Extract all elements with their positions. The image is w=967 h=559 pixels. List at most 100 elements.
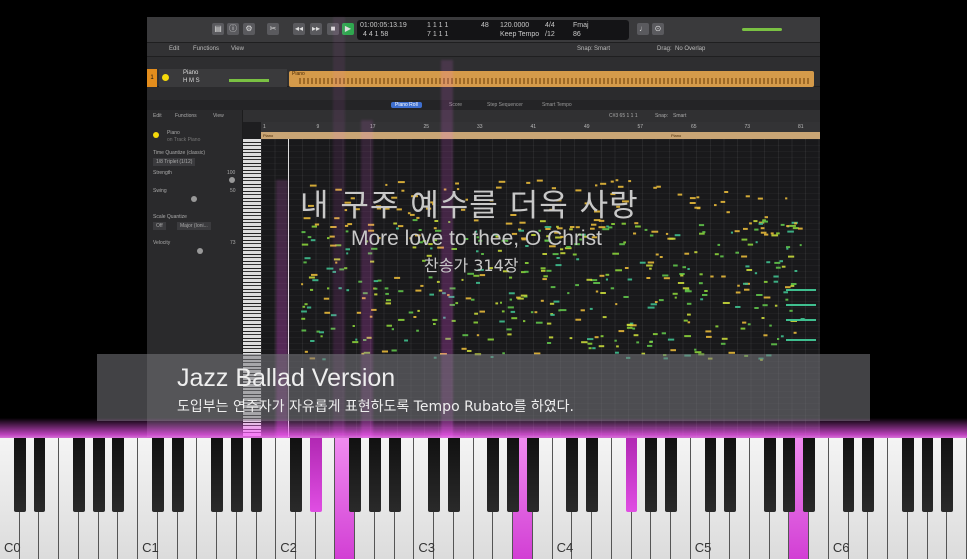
piano-keyboard[interactable]: C0C1C2C3C4C5C6C7	[0, 438, 967, 559]
time-quantize-select[interactable]: 1/8 Triplet (1/12)	[153, 158, 196, 166]
black-key[interactable]	[250, 438, 263, 512]
black-key[interactable]	[447, 438, 460, 512]
black-key[interactable]	[151, 438, 164, 512]
midi-note	[586, 278, 593, 281]
menu-view[interactable]: View	[231, 46, 244, 52]
inspector-edit[interactable]: Edit	[153, 113, 162, 119]
rewind-icon[interactable]: ◂◂	[293, 23, 305, 35]
smart-controls-icon[interactable]: ⚙	[243, 23, 255, 35]
scale-mode-select[interactable]: Major (Ioni...	[177, 222, 211, 230]
midi-note	[623, 241, 626, 244]
midi-note	[735, 291, 741, 294]
scissors-icon[interactable]: ✂	[267, 23, 279, 35]
black-key[interactable]	[92, 438, 105, 512]
black-key[interactable]	[862, 438, 875, 512]
black-key[interactable]	[33, 438, 46, 512]
tab-piano-roll[interactable]: Piano Roll	[391, 102, 422, 108]
midi-note	[413, 316, 417, 318]
midi-note	[771, 234, 778, 237]
swing-knob[interactable]	[191, 196, 197, 202]
black-key[interactable]	[842, 438, 855, 512]
black-key[interactable]	[566, 438, 579, 512]
track-buttons[interactable]: H M S	[183, 78, 200, 84]
black-key[interactable]	[645, 438, 658, 512]
midi-note	[724, 191, 729, 193]
midi-note	[623, 296, 629, 298]
count-in-icon[interactable]: ⊙	[652, 23, 664, 35]
snap-select[interactable]: Smart	[594, 46, 610, 52]
midi-note	[766, 261, 771, 264]
black-key[interactable]	[428, 438, 441, 512]
octave-label: C0	[4, 540, 21, 555]
midi-note	[473, 321, 478, 324]
black-key[interactable]	[665, 438, 677, 512]
midi-note	[415, 289, 422, 292]
lcd-time-sub: 4 4 1 58	[363, 31, 389, 38]
menu-edit[interactable]: Edit	[169, 46, 179, 52]
black-key[interactable]	[507, 438, 519, 512]
black-key[interactable]	[349, 438, 362, 512]
black-key[interactable]	[704, 438, 717, 512]
track-header[interactable]: Piano H M S	[159, 69, 287, 87]
black-key[interactable]	[171, 438, 184, 512]
midi-note	[479, 310, 485, 313]
midi-note	[706, 335, 712, 338]
black-key[interactable]	[211, 438, 223, 512]
pr-snap-select[interactable]: Smart	[673, 113, 686, 119]
midi-note	[436, 280, 440, 283]
black-key[interactable]	[625, 438, 638, 512]
menu-functions[interactable]: Functions	[193, 46, 219, 52]
lcd-display[interactable]: 01:00:05:13.19 4 4 1 58 1 1 1 1 7 1 1 1 …	[357, 20, 629, 40]
midi-note	[352, 341, 359, 344]
midi-note	[572, 253, 577, 256]
black-key[interactable]	[290, 438, 302, 512]
tab-step-sequencer[interactable]: Step Sequencer	[487, 102, 523, 108]
piano-roll-toolbar: C#3 65 1 1 1 Snap: Smart	[243, 110, 820, 122]
black-key[interactable]	[487, 438, 500, 512]
black-key[interactable]	[763, 438, 776, 512]
midi-note	[428, 276, 433, 279]
black-key[interactable]	[13, 438, 26, 512]
black-key[interactable]	[921, 438, 934, 512]
midi-note	[404, 339, 408, 342]
black-key[interactable]	[941, 438, 954, 512]
drag-select[interactable]: No Overlap	[675, 46, 705, 52]
strength-value: 100	[227, 170, 236, 176]
black-key[interactable]	[309, 438, 322, 512]
master-volume-slider[interactable]	[742, 28, 782, 31]
midi-note	[581, 341, 588, 344]
black-key[interactable]	[724, 438, 737, 512]
scale-off-select[interactable]: Off	[153, 222, 166, 230]
black-key[interactable]	[73, 438, 85, 512]
velocity-knob[interactable]	[197, 248, 203, 254]
track-region[interactable]: Piano	[289, 71, 814, 87]
track-volume-slider[interactable]	[229, 79, 269, 82]
strength-knob[interactable]	[229, 177, 235, 183]
black-key[interactable]	[369, 438, 381, 512]
midi-note	[747, 323, 751, 326]
black-key[interactable]	[803, 438, 816, 512]
lcd-tempo-mode: Keep Tempo	[500, 31, 540, 38]
midi-note	[775, 266, 781, 269]
midi-note	[662, 274, 669, 277]
black-key[interactable]	[230, 438, 243, 512]
ruler-tick: 41	[530, 124, 537, 130]
inspector-functions[interactable]: Functions	[175, 113, 197, 119]
black-key[interactable]	[388, 438, 401, 512]
midi-note	[310, 239, 316, 242]
midi-note	[381, 350, 388, 353]
media-browser-icon[interactable]: ▤	[212, 23, 224, 35]
black-key[interactable]	[526, 438, 539, 512]
lcd-bars: 1 1 1 1	[427, 22, 449, 29]
metronome-icon[interactable]: ♩	[637, 23, 649, 35]
black-key[interactable]	[112, 438, 125, 512]
forward-icon[interactable]: ▸▸	[310, 23, 322, 35]
black-key[interactable]	[586, 438, 598, 512]
midi-note	[644, 228, 648, 231]
black-key[interactable]	[901, 438, 914, 512]
tab-smart-tempo[interactable]: Smart Tempo	[542, 102, 572, 108]
ruler-tick: 49	[584, 124, 590, 130]
info-icon[interactable]: ⓘ	[227, 23, 239, 35]
black-key[interactable]	[783, 438, 796, 512]
inspector-view[interactable]: View	[213, 113, 224, 119]
